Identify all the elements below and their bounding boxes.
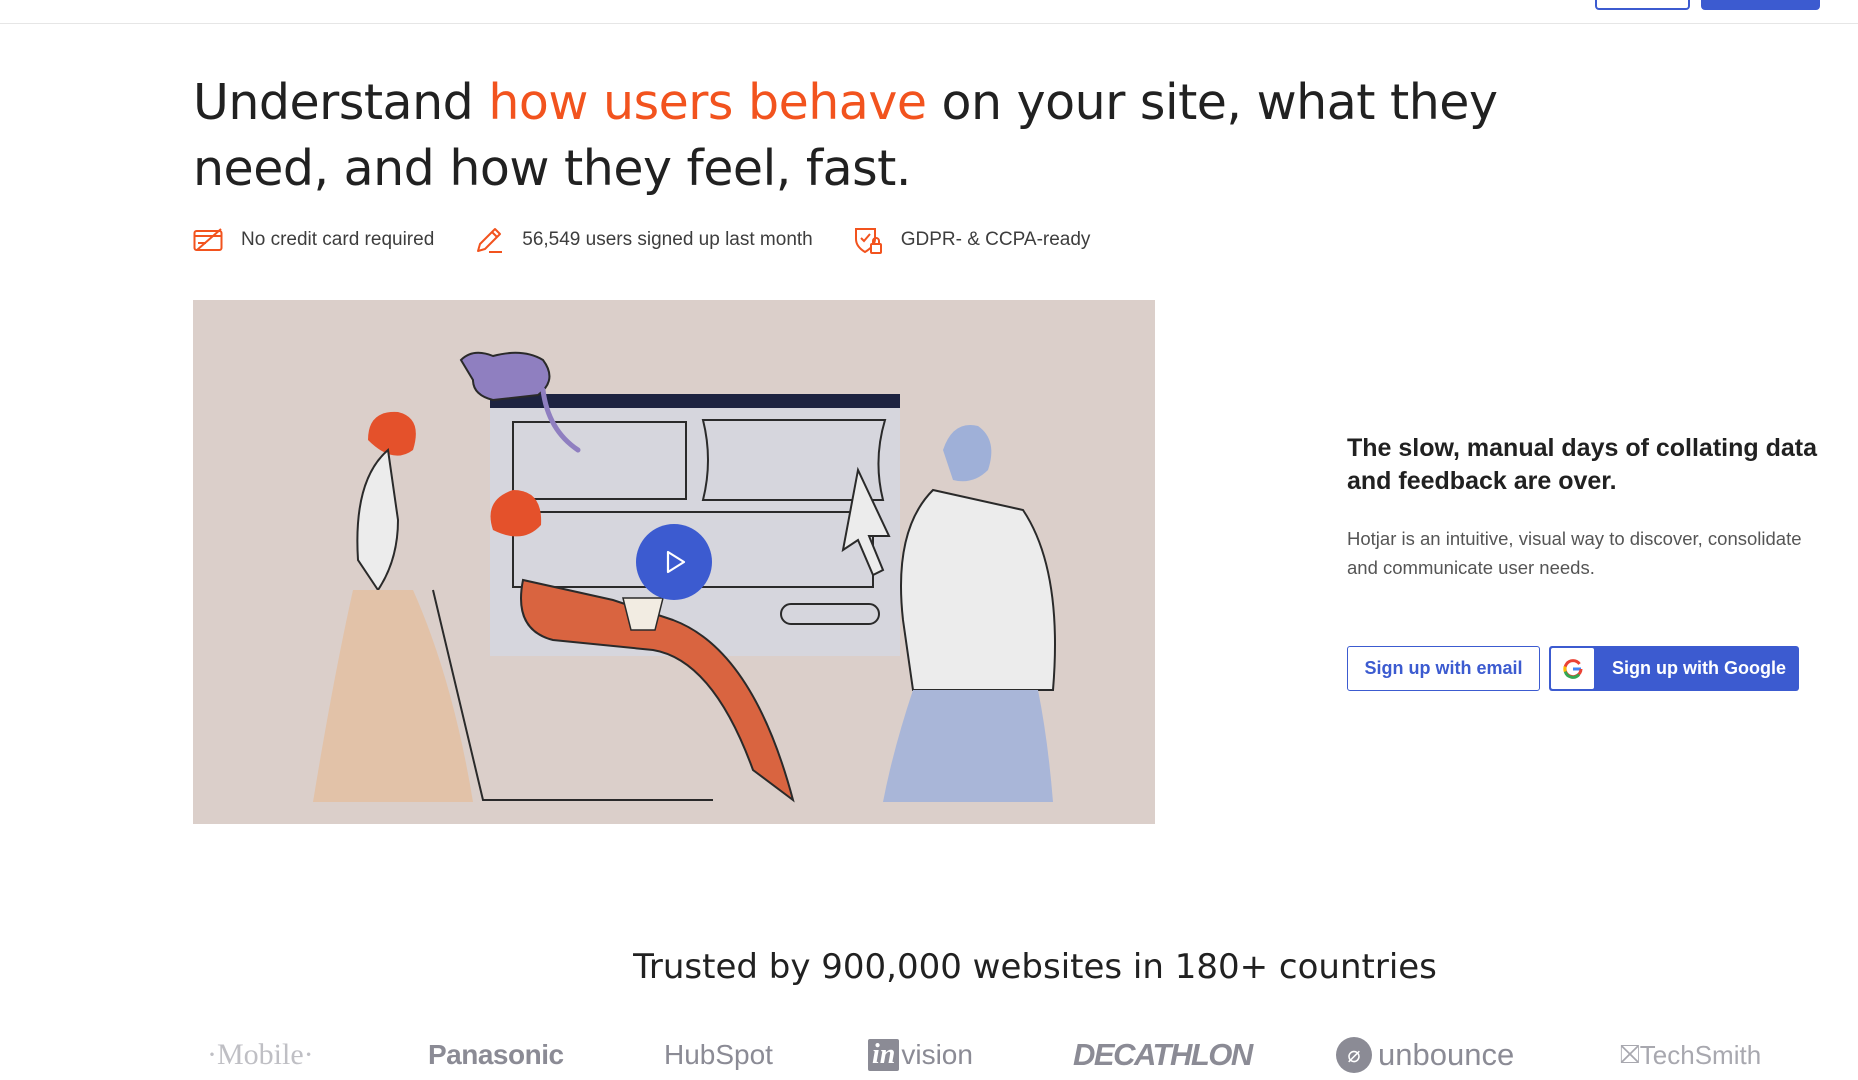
- hubspot-logo: HubSpot: [664, 1039, 773, 1070]
- nav-signup-button[interactable]: [1701, 0, 1820, 10]
- techsmith-icon: ⛝: [1620, 1039, 1640, 1069]
- feature-label: GDPR- & CCPA-ready: [900, 229, 1091, 250]
- side-description: Hotjar is an intuitive, visual way to di…: [1347, 524, 1858, 582]
- side-description-line: Hotjar is an intuitive, visual way to di…: [1347, 528, 1802, 549]
- techsmith-logo-text: TechSmith: [1639, 1039, 1762, 1070]
- google-icon: [1551, 648, 1594, 689]
- tmobile-logo: ·Mobile·: [207, 1038, 314, 1071]
- unbounce-logo-text: unbounce: [1378, 1037, 1515, 1072]
- unbounce-logo: ⌀ unbounce: [1336, 1030, 1514, 1080]
- sign-up-email-button[interactable]: Sign up with email: [1347, 646, 1540, 691]
- techsmith-logo: ⛝ TechSmith: [1620, 1030, 1761, 1080]
- headline-start: Understand: [193, 74, 489, 131]
- play-icon: [666, 550, 686, 574]
- feature-no-credit-card: No credit card required: [193, 225, 434, 255]
- nav-login-button[interactable]: [1595, 0, 1690, 10]
- top-navigation: [0, 0, 1858, 24]
- invision-logo-mark: in: [868, 1039, 900, 1071]
- feature-label: 56,549 users signed up last month: [522, 229, 813, 250]
- play-button[interactable]: [636, 524, 712, 600]
- side-title: The slow, manual days of collating data …: [1347, 432, 1858, 498]
- page: Understand how users behave on your site…: [0, 0, 1858, 1080]
- pencil-icon: [474, 225, 504, 255]
- side-title-line: The slow, manual days of collating data: [1347, 434, 1817, 462]
- invision-logo-text: vision: [901, 1039, 973, 1070]
- credit-card-icon: [193, 225, 223, 255]
- panasonic-logo: Panasonic: [428, 1039, 564, 1070]
- unbounce-icon: ⌀: [1336, 1037, 1372, 1073]
- customer-logos: ·Mobile· Panasonic HubSpot in vision DECA…: [0, 1030, 1858, 1080]
- feature-signups: 56,549 users signed up last month: [474, 225, 813, 255]
- hero-video[interactable]: [193, 300, 1155, 824]
- shield-lock-icon: [853, 225, 883, 255]
- decathlon-logo: DECATHLON: [1073, 1037, 1253, 1072]
- side-title-line: and feedback are over.: [1347, 467, 1617, 495]
- feature-label: No credit card required: [241, 229, 435, 250]
- headline-accent: how users behave: [488, 74, 927, 131]
- trusted-heading: Trusted by 900,000 websites in 180+ coun…: [633, 947, 1437, 987]
- side-description-line: and communicate user needs.: [1347, 557, 1595, 578]
- google-button-label: Sign up with Google: [1612, 658, 1786, 678]
- invision-logo: in vision: [868, 1030, 973, 1080]
- sign-up-google-button[interactable]: Sign up with Google: [1549, 646, 1799, 691]
- hero-headline: Understand how users behave on your site…: [193, 70, 1643, 202]
- feature-list: No credit card required 56,549 users sig…: [193, 224, 1130, 256]
- feature-gdpr: GDPR- & CCPA-ready: [853, 225, 1091, 255]
